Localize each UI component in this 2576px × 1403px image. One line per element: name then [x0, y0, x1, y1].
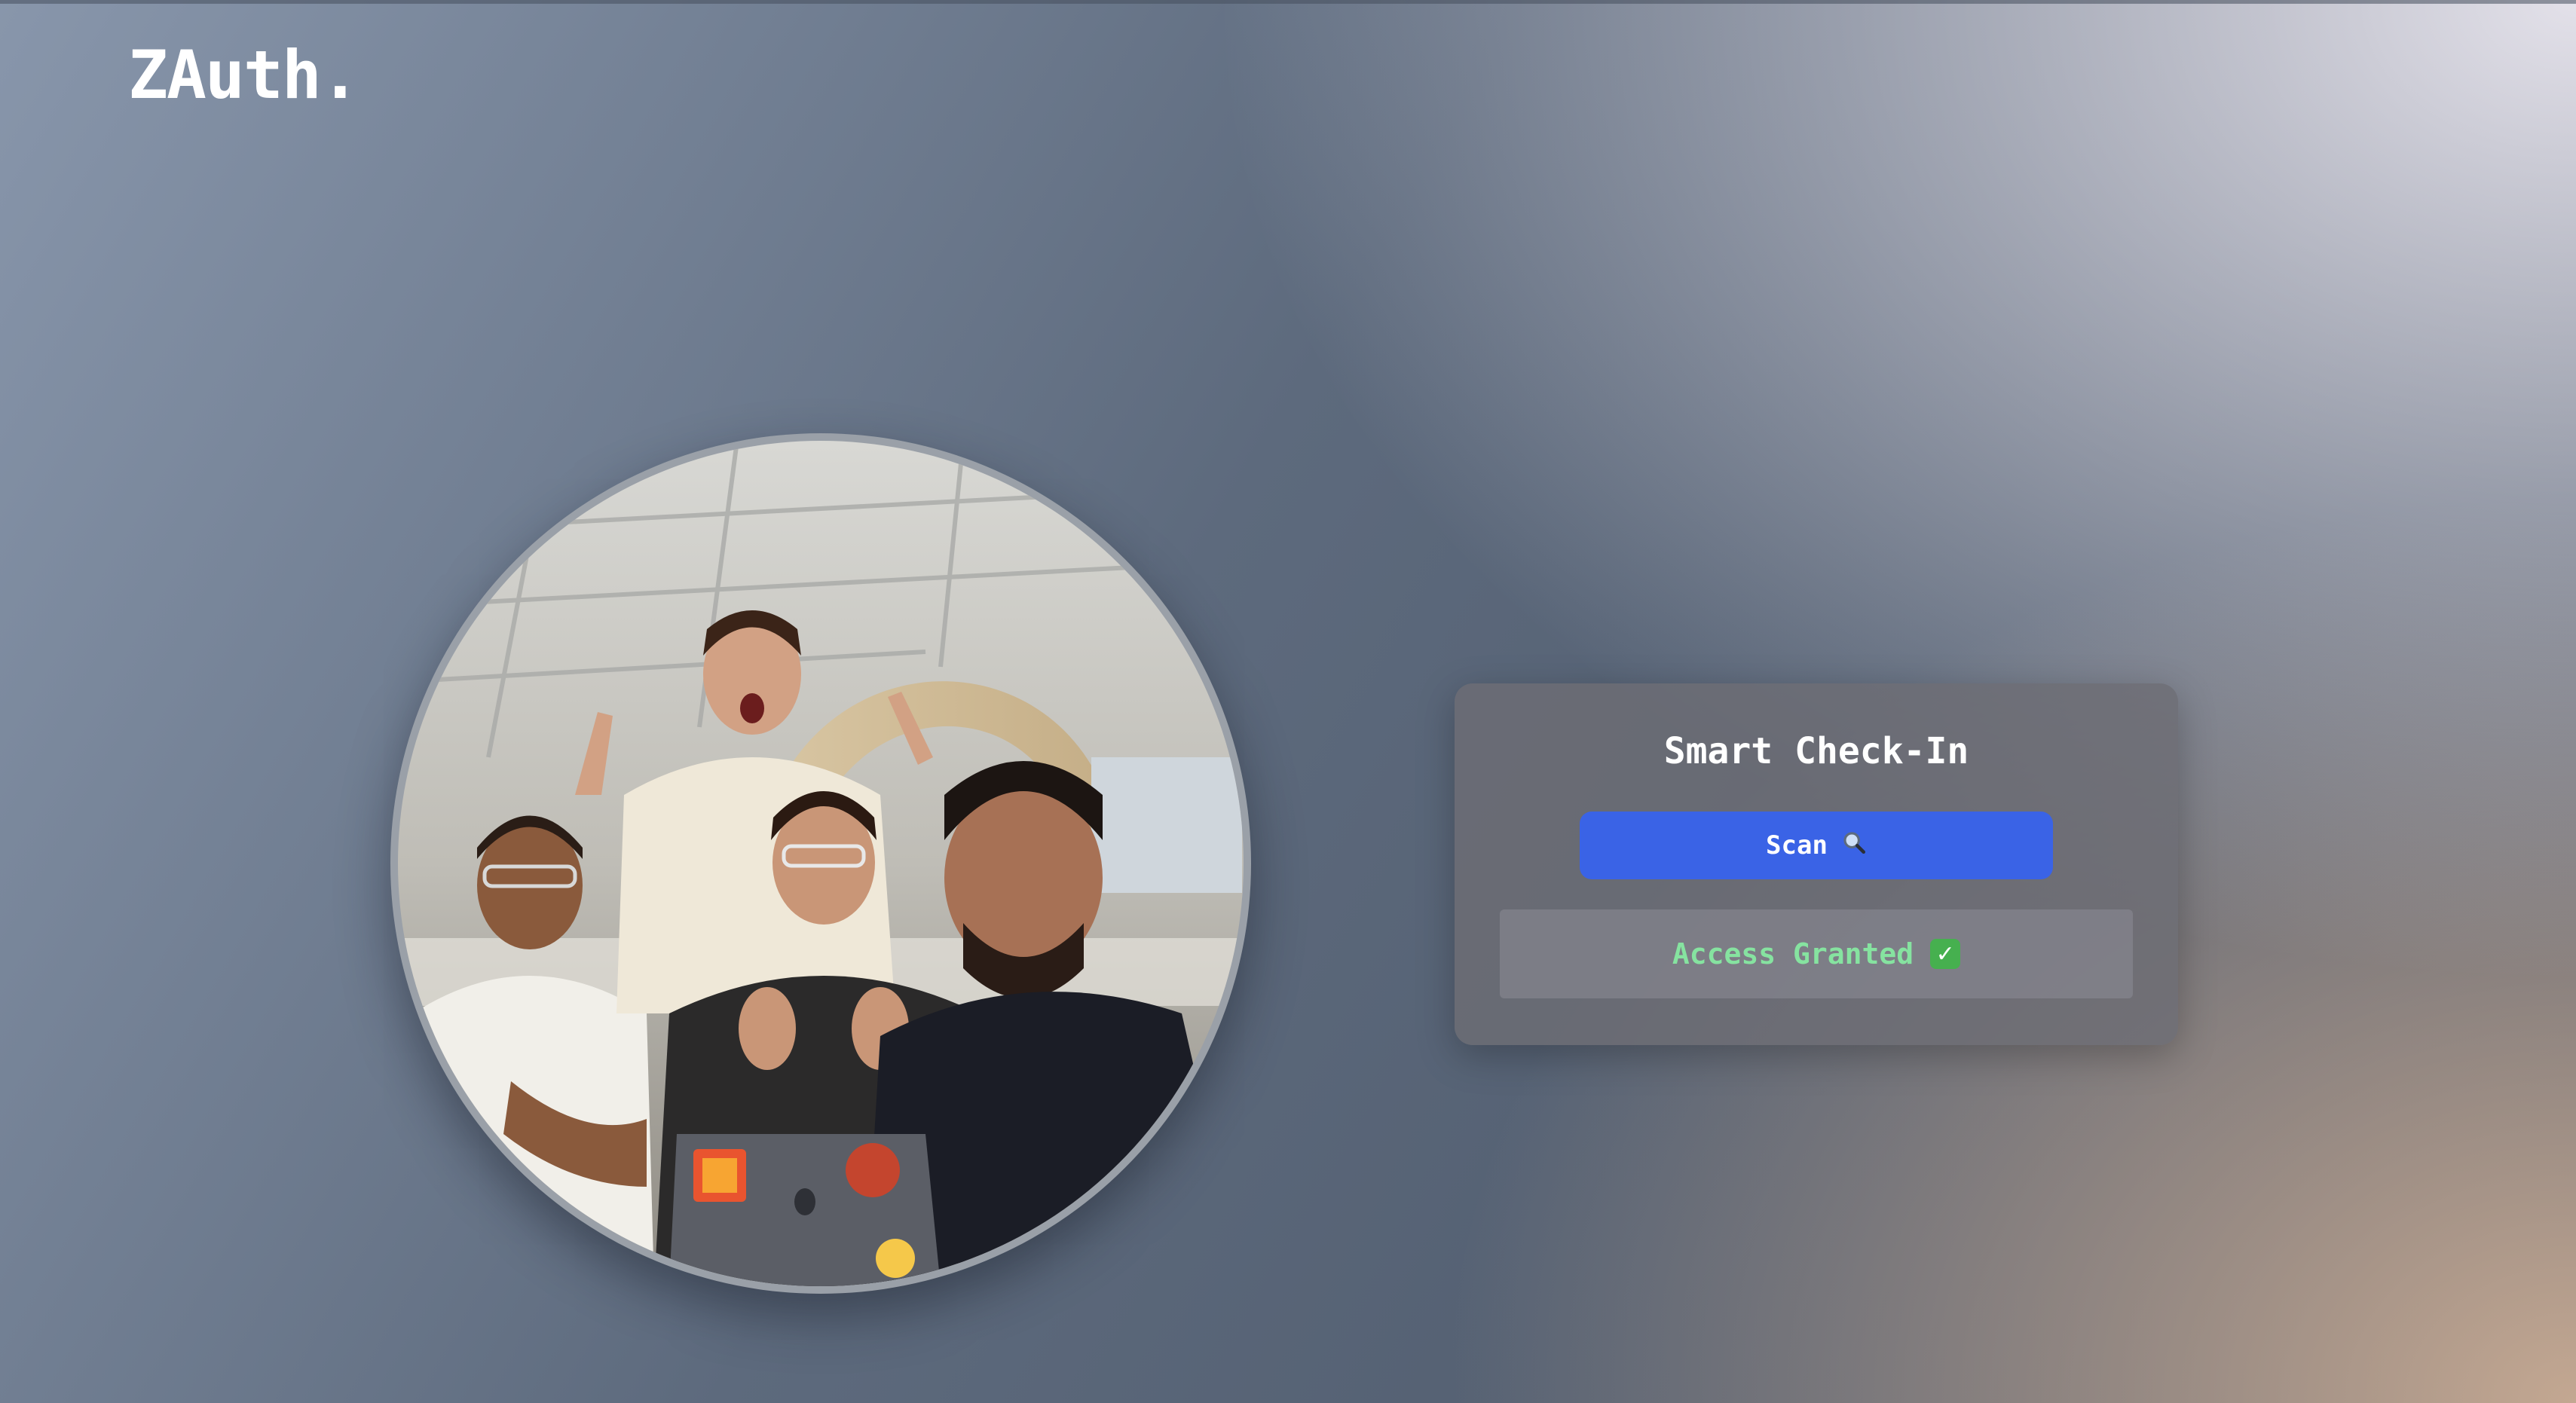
top-divider — [0, 0, 2576, 4]
check-icon: ✓ — [1930, 939, 1961, 969]
scan-button-label: Scan — [1766, 830, 1828, 860]
camera-feed — [398, 441, 1244, 1286]
camera-frame — [390, 433, 1251, 1294]
scan-button[interactable]: Scan — [1580, 812, 2053, 879]
app-logo: ZAuth. — [128, 36, 360, 114]
card-title: Smart Check-In — [1663, 730, 1969, 772]
status-text: Access Granted — [1672, 937, 1914, 970]
camera-feed-image — [398, 441, 1244, 1286]
search-icon — [1841, 830, 1867, 862]
status-message: Access Granted ✓ — [1500, 909, 2133, 998]
checkin-card: Smart Check-In Scan Access Granted ✓ — [1455, 683, 2178, 1045]
